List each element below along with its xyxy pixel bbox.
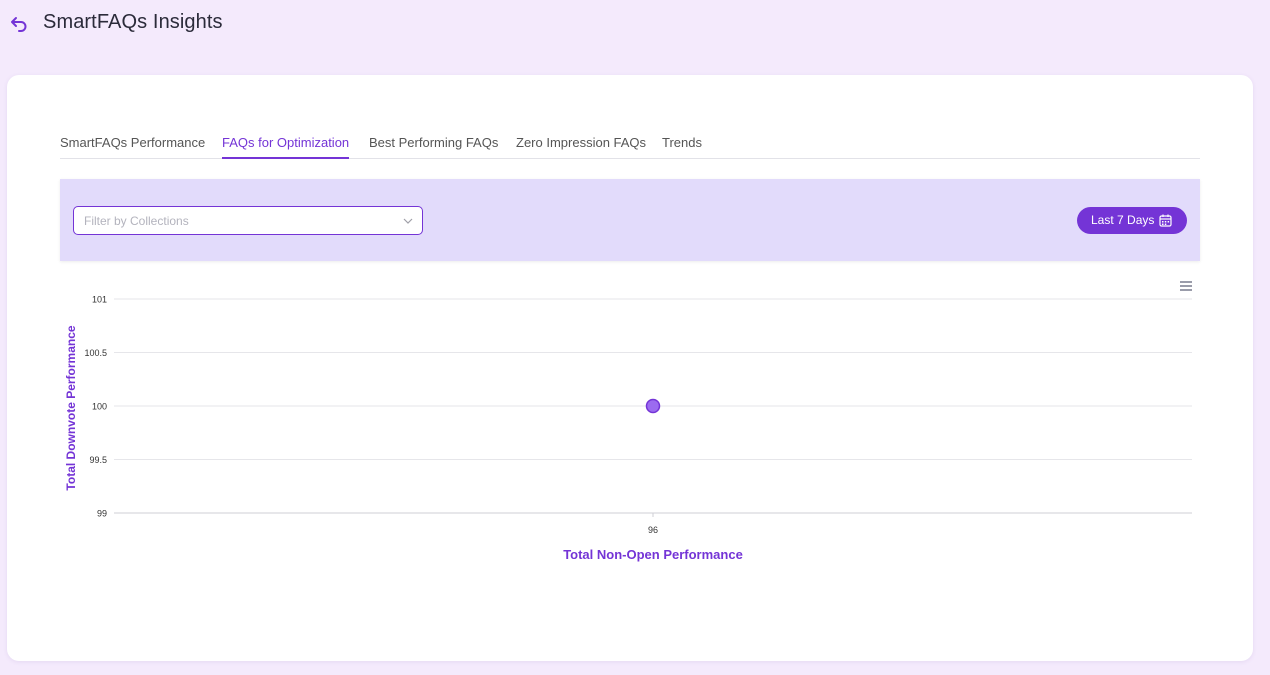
page-header: SmartFAQs Insights — [0, 0, 1270, 50]
y-tick-label: 99.5 — [89, 455, 107, 465]
x-tick-label: 96 — [648, 525, 658, 535]
scatter-point — [645, 398, 661, 414]
back-arrow-icon[interactable] — [9, 13, 29, 33]
page-title: SmartFAQs Insights — [43, 11, 223, 33]
x-axis-label: Total Non-Open Performance — [563, 547, 743, 562]
scatter-chart: 101 100.5 100 99.5 99 96 Total Non-Open Perfor… — [64, 295, 1192, 562]
y-tick-label: 100 — [92, 402, 107, 412]
y-tick-label: 99 — [97, 509, 107, 519]
insights-card: SmartFAQs Performance FAQs for Optimizat… — [7, 75, 1253, 661]
y-tick-label: 100.5 — [84, 348, 107, 358]
y-tick-label: 101 — [92, 295, 107, 305]
y-axis-label: Total Downvote Performance — [64, 325, 78, 490]
